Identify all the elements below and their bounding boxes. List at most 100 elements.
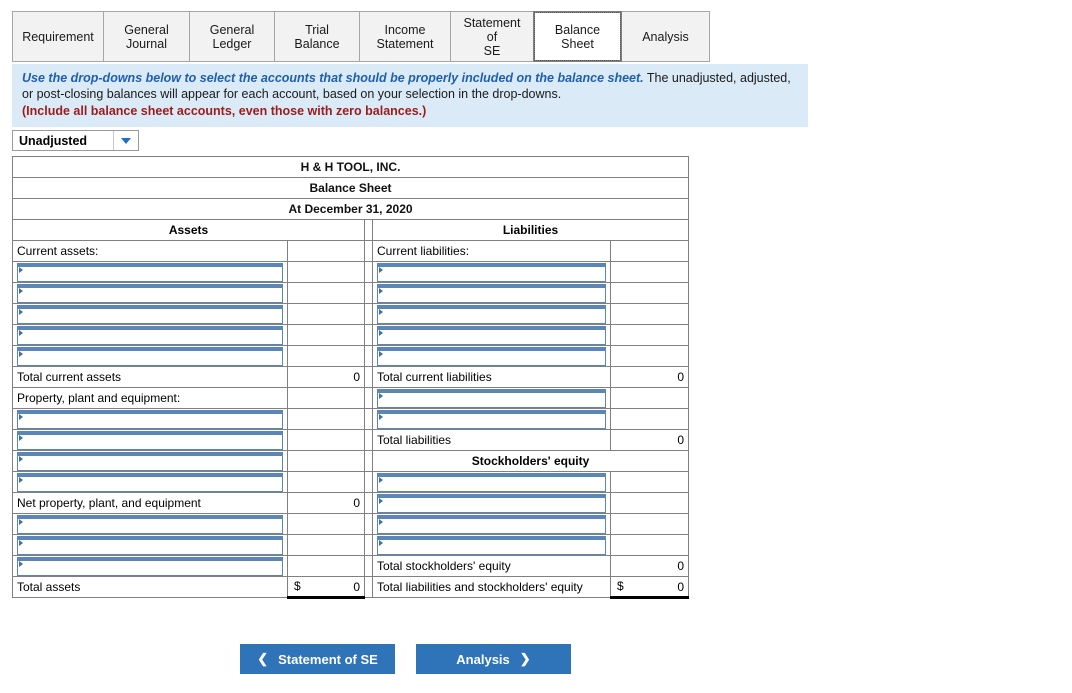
dropdown-marker-icon bbox=[379, 329, 383, 336]
account-dropdown[interactable] bbox=[377, 472, 606, 492]
liab-account-select-7[interactable] bbox=[372, 387, 611, 409]
liab-row-label-9: Total liabilities bbox=[372, 429, 611, 451]
center-gap bbox=[364, 261, 373, 283]
account-dropdown[interactable] bbox=[17, 304, 283, 324]
dropdown-marker-icon bbox=[379, 476, 383, 483]
account-dropdown[interactable] bbox=[17, 514, 283, 534]
account-dropdown[interactable] bbox=[17, 472, 283, 492]
dropdown-marker-icon bbox=[379, 350, 383, 357]
next-analysis-button[interactable]: Analysis ❯ bbox=[416, 644, 571, 674]
center-gap bbox=[364, 513, 373, 535]
liab-account-select-11[interactable] bbox=[372, 471, 611, 493]
assets-account-select-13[interactable] bbox=[12, 513, 288, 535]
account-dropdown[interactable] bbox=[377, 346, 606, 366]
tab-general-journal[interactable]: General Journal bbox=[103, 11, 190, 62]
center-gap bbox=[364, 387, 373, 409]
dropdown-marker-icon bbox=[379, 287, 383, 294]
assets-row-amount-12: 0 bbox=[287, 492, 365, 514]
liab-account-select-8[interactable] bbox=[372, 408, 611, 430]
dropdown-marker-icon bbox=[19, 434, 23, 441]
assets-account-select-4[interactable] bbox=[12, 324, 288, 346]
account-dropdown[interactable] bbox=[377, 304, 606, 324]
assets-row-label-12: Net property, plant, and equipment bbox=[12, 492, 288, 514]
account-dropdown[interactable] bbox=[17, 409, 283, 429]
liab-row-amount-3 bbox=[609, 303, 690, 325]
assets-account-select-5[interactable] bbox=[12, 345, 288, 367]
center-gap bbox=[364, 576, 373, 598]
account-dropdown[interactable] bbox=[377, 409, 606, 429]
liab-row-amount-14 bbox=[609, 534, 690, 556]
liab-account-select-1[interactable] bbox=[372, 261, 611, 283]
balance-sheet-row: Total stockholders' equity 0 bbox=[12, 555, 690, 577]
account-dropdown[interactable] bbox=[17, 535, 283, 555]
tab-balance-sheet[interactable]: Balance Sheet bbox=[533, 11, 622, 62]
assets-account-select-2[interactable] bbox=[12, 282, 288, 304]
account-dropdown[interactable] bbox=[377, 493, 606, 513]
assets-row-amount-7 bbox=[287, 387, 365, 409]
center-gap bbox=[364, 534, 373, 556]
center-gap bbox=[364, 471, 373, 493]
assets-row-amount-2 bbox=[287, 282, 365, 304]
assets-account-select-3[interactable] bbox=[12, 303, 288, 325]
assets-account-select-15[interactable] bbox=[12, 555, 288, 577]
assets-account-select-14[interactable] bbox=[12, 534, 288, 556]
tab-requirement[interactable]: Requirement bbox=[12, 11, 104, 62]
assets-row-amount-3 bbox=[287, 303, 365, 325]
tab-trial-balance[interactable]: Trial Balance bbox=[274, 11, 360, 62]
assets-row-label-16: Total assets bbox=[12, 576, 288, 598]
account-dropdown[interactable] bbox=[377, 262, 606, 282]
assets-account-select-11[interactable] bbox=[12, 471, 288, 493]
assets-row-amount-10 bbox=[287, 450, 365, 472]
account-dropdown[interactable] bbox=[17, 430, 283, 450]
account-dropdown[interactable] bbox=[377, 535, 606, 555]
dropdown-marker-icon bbox=[379, 497, 383, 504]
tab-statement-of-se[interactable]: Statement of SE bbox=[450, 11, 534, 62]
balance-sheet-row bbox=[12, 345, 690, 367]
tab-analysis[interactable]: Analysis bbox=[621, 11, 710, 62]
liab-account-select-14[interactable] bbox=[372, 534, 611, 556]
liab-account-select-3[interactable] bbox=[372, 303, 611, 325]
basis-dropdown-button[interactable] bbox=[113, 131, 138, 150]
liab-row-amount-11 bbox=[609, 471, 690, 493]
assets-account-select-8[interactable] bbox=[12, 408, 288, 430]
balance-sheet-row: Total assets $0 Total liabilities and stoc… bbox=[12, 576, 690, 599]
liab-row-amount-12 bbox=[609, 492, 690, 514]
assets-account-select-10[interactable] bbox=[12, 450, 288, 472]
dropdown-marker-icon bbox=[379, 392, 383, 399]
account-dropdown[interactable] bbox=[377, 283, 606, 303]
liab-account-select-12[interactable] bbox=[372, 492, 611, 514]
liab-account-select-5[interactable] bbox=[372, 345, 611, 367]
liab-se-header: Stockholders' equity bbox=[371, 450, 690, 472]
account-dropdown[interactable] bbox=[377, 388, 606, 408]
account-dropdown[interactable] bbox=[17, 283, 283, 303]
statement-title-row: Balance Sheet bbox=[11, 177, 690, 199]
center-gap bbox=[364, 492, 373, 514]
liab-account-select-13[interactable] bbox=[372, 513, 611, 535]
chevron-right-icon: ❯ bbox=[519, 651, 531, 666]
tab-income-statement[interactable]: Income Statement bbox=[359, 11, 451, 62]
assets-row-amount-14 bbox=[287, 534, 365, 556]
assets-row-amount-11 bbox=[287, 471, 365, 493]
account-dropdown[interactable] bbox=[17, 325, 283, 345]
center-gap bbox=[364, 366, 373, 388]
liab-row-amount-7 bbox=[609, 387, 690, 409]
account-dropdown[interactable] bbox=[17, 556, 283, 576]
liab-account-select-2[interactable] bbox=[372, 282, 611, 304]
account-dropdown[interactable] bbox=[377, 514, 606, 534]
amount-value: 0 bbox=[677, 579, 685, 594]
liab-account-select-4[interactable] bbox=[372, 324, 611, 346]
center-gap bbox=[364, 303, 373, 325]
account-dropdown[interactable] bbox=[17, 346, 283, 366]
assets-account-select-9[interactable] bbox=[12, 429, 288, 451]
account-dropdown[interactable] bbox=[377, 325, 606, 345]
account-dropdown[interactable] bbox=[17, 451, 283, 471]
tab-general-ledger[interactable]: General Ledger bbox=[189, 11, 275, 62]
assets-account-select-1[interactable] bbox=[12, 261, 288, 283]
amount-value: 0 bbox=[353, 579, 360, 594]
prev-statement-of-se-button[interactable]: ❮ Statement of SE bbox=[240, 644, 395, 674]
instruction-warning: (Include all balance sheet accounts, eve… bbox=[22, 104, 427, 118]
dropdown-marker-icon bbox=[19, 308, 23, 315]
assets-row-amount-15 bbox=[287, 555, 365, 577]
basis-dropdown[interactable]: Unadjusted bbox=[12, 130, 139, 151]
account-dropdown[interactable] bbox=[17, 262, 283, 282]
